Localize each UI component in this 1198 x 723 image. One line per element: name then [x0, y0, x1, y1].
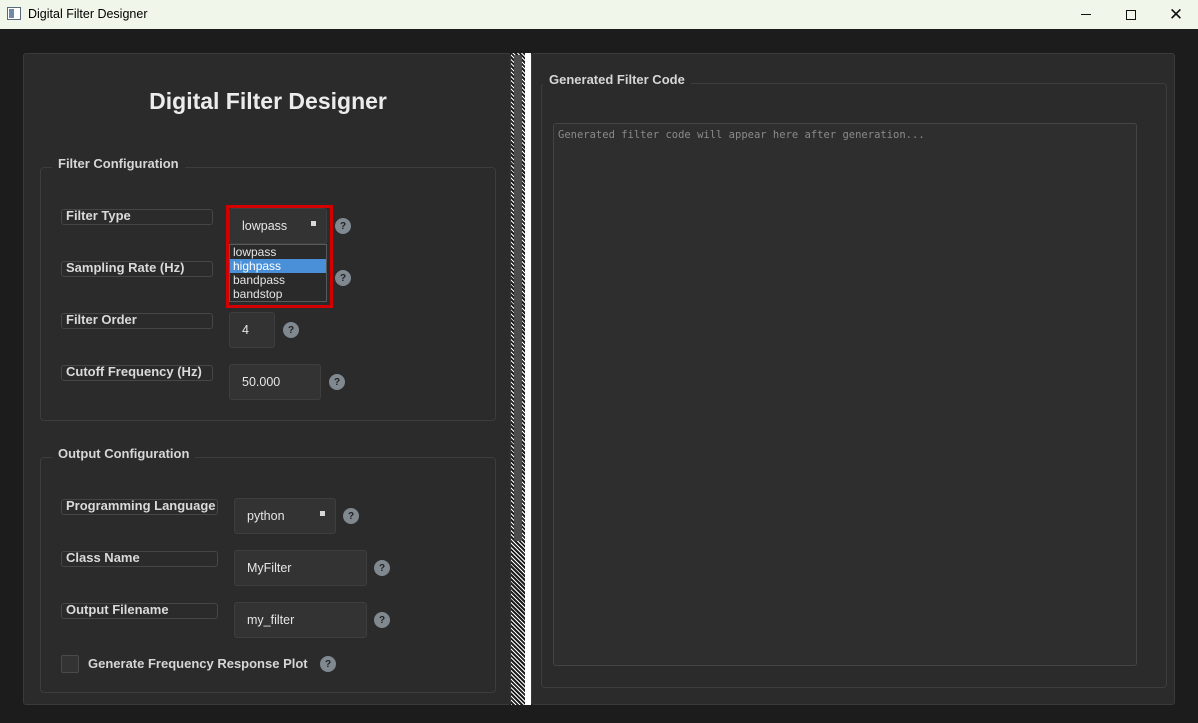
window-title: Digital Filter Designer	[28, 7, 148, 21]
scrollbar-track[interactable]	[511, 53, 525, 705]
programming-language-value: python	[247, 509, 285, 523]
class-name-label: Class Name	[61, 551, 218, 567]
cutoff-frequency-label: Cutoff Frequency (Hz)	[61, 365, 213, 381]
frequency-plot-help-icon[interactable]: ?	[320, 656, 336, 672]
page-title: Digital Filter Designer	[149, 88, 387, 114]
filter-order-value: 4	[242, 323, 249, 337]
maximize-button[interactable]	[1108, 0, 1154, 29]
filter-order-spinbox[interactable]: 4	[229, 312, 275, 348]
generated-code-textarea[interactable]: Generated filter code will appear here a…	[553, 123, 1137, 666]
close-button[interactable]: ✕	[1153, 0, 1198, 29]
code-placeholder: Generated filter code will appear here a…	[558, 129, 925, 141]
dropdown-highlight-box	[226, 205, 333, 308]
app-window-icon	[7, 7, 21, 20]
sampling-rate-label: Sampling Rate (Hz)	[61, 261, 213, 277]
output-filename-help-icon[interactable]: ?	[374, 612, 390, 628]
cutoff-frequency-input[interactable]: 50.000	[229, 364, 321, 400]
programming-language-combo[interactable]: python	[234, 498, 336, 534]
filter-order-label: Filter Order	[61, 313, 213, 329]
panel-splitter[interactable]	[511, 53, 531, 705]
filter-type-label: Filter Type	[61, 209, 213, 225]
title-bar: Digital Filter Designer ✕	[0, 0, 1198, 29]
cutoff-frequency-value: 50.000	[242, 375, 281, 389]
sampling-rate-help-icon[interactable]: ?	[335, 270, 351, 286]
output-filename-label: Output Filename	[61, 603, 218, 619]
class-name-value: MyFilter	[247, 561, 292, 575]
generated-code-title: Generated Filter Code	[543, 72, 691, 87]
class-name-help-icon[interactable]: ?	[374, 560, 390, 576]
output-configuration-title: Output Configuration	[52, 446, 196, 461]
class-name-input[interactable]: MyFilter	[234, 550, 367, 586]
filter-order-help-icon[interactable]: ?	[283, 322, 299, 338]
frequency-plot-label: Generate Frequency Response Plot	[88, 656, 308, 671]
scrollbar-thumb[interactable]	[514, 55, 522, 541]
output-filename-value: my_filter	[247, 613, 295, 627]
filter-type-help-icon[interactable]: ?	[335, 218, 351, 234]
right-panel: Generated Filter Code Generated filter c…	[531, 53, 1175, 705]
filter-configuration-title: Filter Configuration	[52, 156, 185, 171]
left-panel: Digital Filter Designer Filter Configura…	[23, 53, 511, 705]
minimize-button[interactable]	[1063, 0, 1109, 29]
maximize-icon	[1126, 9, 1136, 20]
minimize-icon	[1081, 14, 1091, 15]
programming-language-help-icon[interactable]: ?	[343, 508, 359, 524]
cutoff-frequency-help-icon[interactable]: ?	[329, 374, 345, 390]
combo-arrow-icon	[320, 511, 325, 516]
frequency-plot-checkbox[interactable]	[61, 655, 79, 673]
programming-language-label: Programming Language	[61, 499, 218, 515]
output-filename-input[interactable]: my_filter	[234, 602, 367, 638]
close-icon: ✕	[1168, 4, 1184, 24]
